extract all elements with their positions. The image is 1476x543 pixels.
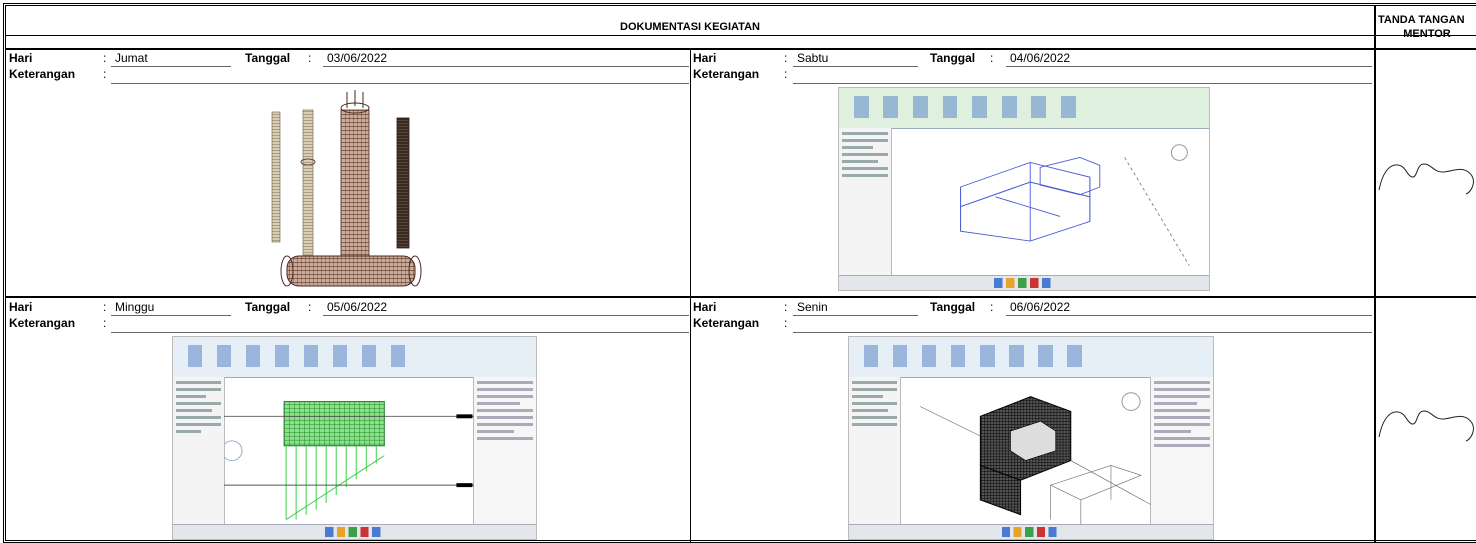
hari-label: Hari [9,51,33,65]
colon: : [103,67,107,81]
sheet-title: DOKUMENTASI KEGIATAN [620,21,760,33]
green-rebar-section-view [223,401,475,521]
hari-underline [111,66,231,67]
tanggal-label: Tanggal [930,300,976,314]
keterangan-underline [111,332,689,333]
keterangan-label: Keterangan [9,316,76,330]
tanggal-value: 04/06/2022 [1010,51,1071,65]
project-browser-panel [173,377,225,525]
project-browser-panel [849,377,901,525]
keterangan-underline [793,332,1372,333]
taskbar [173,523,536,539]
tanggal-label: Tanggal [930,51,976,65]
ribbon-toolbar [849,337,1213,379]
keterangan-underline [793,83,1372,84]
taskbar [839,274,1209,290]
mentor-header-line2: MENTOR [1403,28,1451,40]
project-browser-panel [839,128,892,276]
hari-label: Hari [693,300,717,314]
column-divider [690,48,691,543]
hari-value: Minggu [115,300,155,314]
tanggal-value: 03/06/2022 [327,51,388,65]
colon: : [103,300,107,314]
properties-panel [473,377,536,525]
colon: : [784,316,788,330]
row-divider [6,296,1476,298]
header-bottom-rule [6,48,1476,50]
tanggal-value: 05/06/2022 [327,300,388,314]
tanggal-label: Tanggal [245,300,291,314]
colon: : [784,67,788,81]
colon: : [990,51,994,65]
tanggal-value: 06/06/2022 [1010,300,1071,314]
colon: : [308,51,312,65]
keterangan-underline [111,83,689,84]
keterangan-label: Keterangan [9,67,76,81]
colon: : [784,300,788,314]
hari-underline [793,315,918,316]
mentor-header-line1: TANDA TANGAN [1378,14,1465,26]
tanggal-underline [323,315,689,316]
rebar-column-cages-image [271,90,422,287]
colon: : [103,51,107,65]
hari-underline [111,315,231,316]
mentor-column-divider [1374,6,1376,543]
keterangan-label: Keterangan [693,316,760,330]
mentor-signature-1 [1378,163,1474,195]
revit-wireframe-screenshot [838,87,1210,291]
hari-label: Hari [693,51,717,65]
colon: : [990,300,994,314]
revit-3d-screenshot [848,336,1214,540]
hari-underline [793,66,918,67]
mentor-signature-2 [1378,410,1474,442]
taskbar [849,523,1213,539]
tanggal-underline [323,66,689,67]
tanggal-underline [1006,66,1372,67]
properties-panel [1150,377,1213,525]
tanggal-label: Tanggal [245,51,291,65]
hari-value: Senin [797,300,828,314]
wireframe-building-view [959,144,1190,267]
keterangan-label: Keterangan [693,67,760,81]
hari-value: Jumat [115,51,148,65]
ribbon-toolbar [839,88,1209,130]
colon: : [784,51,788,65]
tanggal-underline [1006,315,1372,316]
revit-section-screenshot [172,336,537,540]
black-rebar-3d-view [919,392,1152,525]
header-divider [6,35,1476,36]
ribbon-toolbar [173,337,536,379]
hari-value: Sabtu [797,51,829,65]
colon: : [308,300,312,314]
hari-label: Hari [9,300,33,314]
colon: : [103,316,107,330]
